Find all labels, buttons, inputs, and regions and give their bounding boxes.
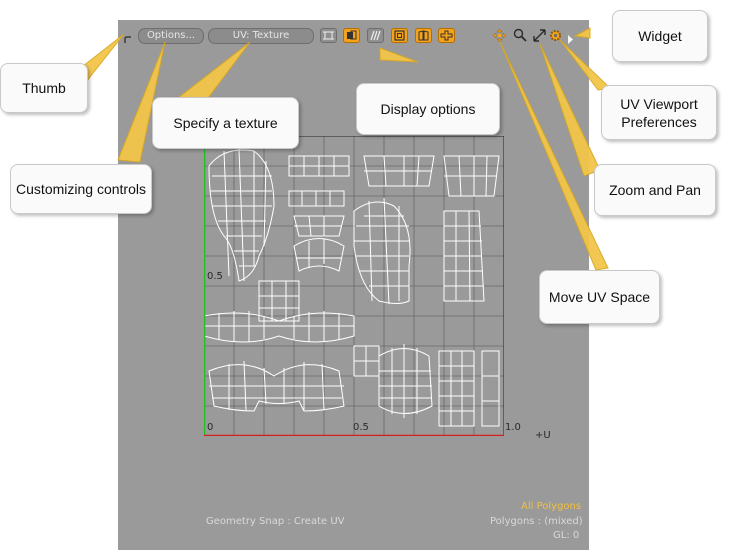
callout-uv-preferences: UV Viewport Preferences bbox=[601, 85, 717, 140]
callout-widget: Widget bbox=[612, 10, 708, 62]
callout-uv-preferences-line1: UV Viewport bbox=[620, 95, 698, 112]
callout-customizing: Customizing controls bbox=[10, 164, 152, 214]
callout-thumb: Thumb bbox=[0, 63, 88, 113]
callout-zoom-pan: Zoom and Pan bbox=[594, 164, 716, 216]
callout-move-uv: Move UV Space bbox=[539, 270, 660, 324]
callout-display-options: Display options bbox=[356, 83, 500, 135]
callout-specify-texture: Specify a texture bbox=[152, 97, 299, 149]
callout-uv-preferences-line2: Preferences bbox=[621, 113, 697, 130]
